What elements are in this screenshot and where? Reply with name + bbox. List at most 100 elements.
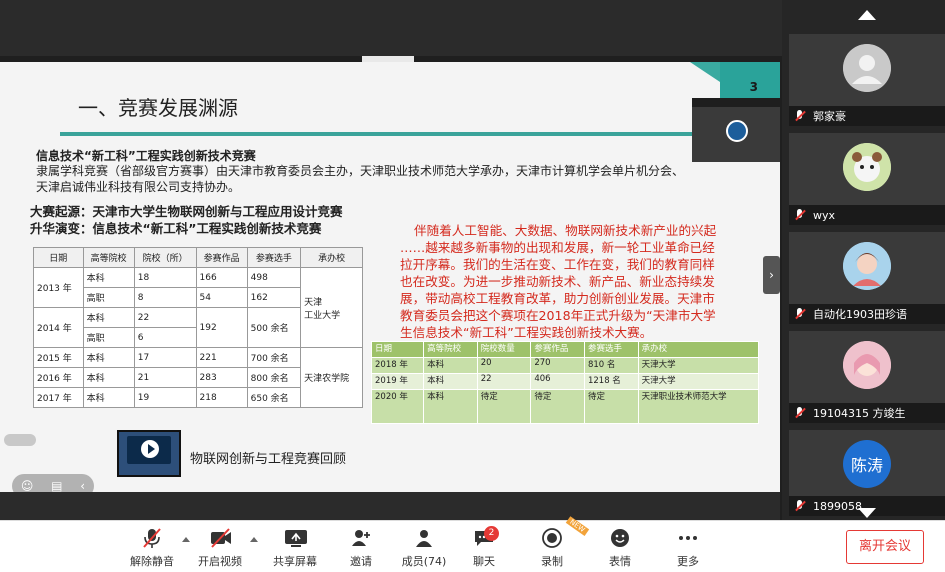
participant-tile[interactable]: 自动化1903田珍语: [789, 232, 945, 324]
preview-title-bar: [692, 98, 780, 107]
table-header-row: 日期 高等院校 院校数量 参赛作品 参赛选手 承办校: [370, 341, 760, 358]
table-header: 高等院校: [423, 341, 478, 358]
table-header: 日期: [370, 341, 425, 358]
mic-muted-icon: [793, 307, 807, 321]
cell-year: 2014 年: [33, 307, 84, 348]
table-row: 2015 年 本科 17 221 700 余名 天津农学院: [33, 347, 363, 408]
self-video-preview[interactable]: [692, 98, 780, 162]
table-header-row: 日期 高等院校 院校（所） 参赛作品 参赛选手 承办校: [33, 247, 363, 268]
cell-works: 166: [195, 267, 248, 288]
emoji-icon[interactable]: ☺: [21, 479, 34, 492]
cell-type: 本科: [423, 389, 478, 424]
video-off-icon: [209, 527, 231, 549]
scroll-down-icon[interactable]: [858, 508, 876, 518]
participant-tile[interactable]: 19104315 方竣生: [789, 331, 945, 423]
mini-badge[interactable]: [4, 434, 36, 446]
cell-type: 本科: [82, 267, 135, 288]
evolution-line: 升华演变：信息技术“新工科”工程实践创新技术竞赛: [30, 221, 322, 236]
participant-name: wyx: [813, 208, 836, 222]
table-header: 参赛选手: [583, 341, 639, 358]
more-label: 更多: [677, 555, 699, 568]
cell-host: 天津农学院: [300, 347, 363, 408]
cell-year: 2020 年: [370, 389, 425, 424]
slide-page-number: 3: [749, 80, 758, 94]
participant-name-row: 19104315 方竣生: [789, 403, 945, 423]
participant-name: 自动化1903田珍语: [813, 308, 907, 321]
unmute-button[interactable]: 解除静音: [128, 527, 176, 571]
mic-muted-icon: [793, 406, 807, 420]
mic-muted-icon: [793, 208, 807, 222]
cell-type: 本科: [82, 387, 135, 408]
expand-panel-arrow[interactable]: ›: [763, 256, 780, 294]
cell-type: 高职: [82, 327, 135, 348]
members-button[interactable]: 成员(74): [400, 527, 448, 571]
unmute-label: 解除静音: [130, 555, 174, 568]
cell-year: 2013 年: [33, 267, 84, 308]
cell-year: 2015 年: [33, 347, 84, 368]
cell-players: 800 余名: [246, 367, 302, 388]
collapse-icon[interactable]: ‹: [80, 479, 85, 492]
slide-title: 一、竞赛发展渊源: [78, 96, 238, 120]
participant-name: 1899058: [813, 499, 862, 513]
smile-icon: [609, 527, 631, 549]
host-line1: 天津: [304, 297, 323, 308]
mic-options-caret-icon[interactable]: [182, 537, 190, 542]
self-avatar: [726, 120, 748, 142]
participant-name-row: wyx: [789, 205, 945, 225]
cell-works: 283: [195, 367, 248, 388]
share-screen-icon: [284, 527, 307, 549]
record-label: 录制: [541, 555, 563, 568]
competition-desc-line2: 天津启诚伟业科技有限公司支持协办。: [36, 180, 241, 194]
chat-unread-badge: 2: [484, 526, 499, 541]
competition-name: 信息技术“新工科”工程实践创新技术竞赛: [36, 149, 256, 163]
chat-label: 聊天: [473, 555, 495, 568]
cell-type: 本科: [82, 367, 135, 388]
video-options-caret-icon[interactable]: [250, 537, 258, 542]
table-header: 院校数量: [476, 341, 532, 358]
floating-controls: ☺ ▤ ‹: [12, 474, 94, 492]
cell-year: 2017 年: [33, 387, 84, 408]
cell-year: 2018 年: [370, 357, 425, 374]
cell-works: 406: [530, 373, 585, 390]
participant-tile[interactable]: 郭家豪: [789, 34, 945, 126]
share-screen-button[interactable]: 共享屏幕: [270, 527, 320, 571]
cell-type: 本科: [82, 307, 135, 328]
cell-players: 810 名: [583, 357, 639, 374]
cell-count: 19: [133, 387, 197, 408]
cell-count: 18: [133, 267, 197, 288]
record-button[interactable]: 录制: [536, 527, 568, 571]
cell-type: 本科: [423, 357, 478, 374]
invite-button[interactable]: 邀请: [346, 527, 376, 571]
history-table-2018-2020: 日期 高等院校 院校数量 参赛作品 参赛选手 承办校 2018 年 本科 20 …: [370, 341, 760, 424]
table-header: 承办校: [637, 341, 760, 358]
table-row: 2013 年 本科 18 166 498 天津 工业大学: [33, 267, 363, 348]
share-screen-label: 共享屏幕: [273, 555, 317, 568]
title-divider: [60, 132, 750, 136]
origin-line: 大赛起源：天津市大学生物联网创新与工程应用设计竞赛: [30, 204, 343, 219]
video-thumbnail[interactable]: [117, 430, 181, 477]
start-video-button[interactable]: 开启视频: [196, 527, 244, 571]
red-highlight-paragraph: 伴随着人工智能、大数据、物联网新技术新产业的兴起 ……越来越多新事物的出现和发展…: [400, 223, 717, 340]
cell-type: 高职: [82, 287, 135, 308]
cell-count: 22: [133, 307, 197, 328]
scroll-up-icon[interactable]: [858, 10, 876, 20]
cell-host: 天津职业技术师范大学: [637, 389, 760, 424]
slide-bottom-bar: [0, 492, 780, 520]
cell-type: 本科: [82, 347, 135, 368]
mic-off-icon: [141, 527, 163, 549]
add-user-icon: [350, 527, 372, 549]
emoji-button[interactable]: 表情: [604, 527, 636, 571]
participant-tile[interactable]: wyx: [789, 133, 945, 225]
emoji-label: 表情: [609, 555, 631, 568]
start-video-label: 开启视频: [198, 555, 242, 568]
more-button[interactable]: 更多: [672, 527, 704, 571]
avatar: [843, 143, 891, 191]
host-line2: 工业大学: [304, 310, 341, 321]
table-header: 承办校: [300, 247, 363, 268]
participant-tile[interactable]: 陈涛 1899058: [789, 430, 945, 516]
comment-icon[interactable]: ▤: [51, 479, 62, 492]
leave-meeting-button[interactable]: 离开会议: [846, 530, 924, 564]
play-icon[interactable]: [141, 440, 159, 458]
cell-count: 待定: [476, 389, 532, 424]
cell-host: 天津大学: [637, 373, 760, 390]
